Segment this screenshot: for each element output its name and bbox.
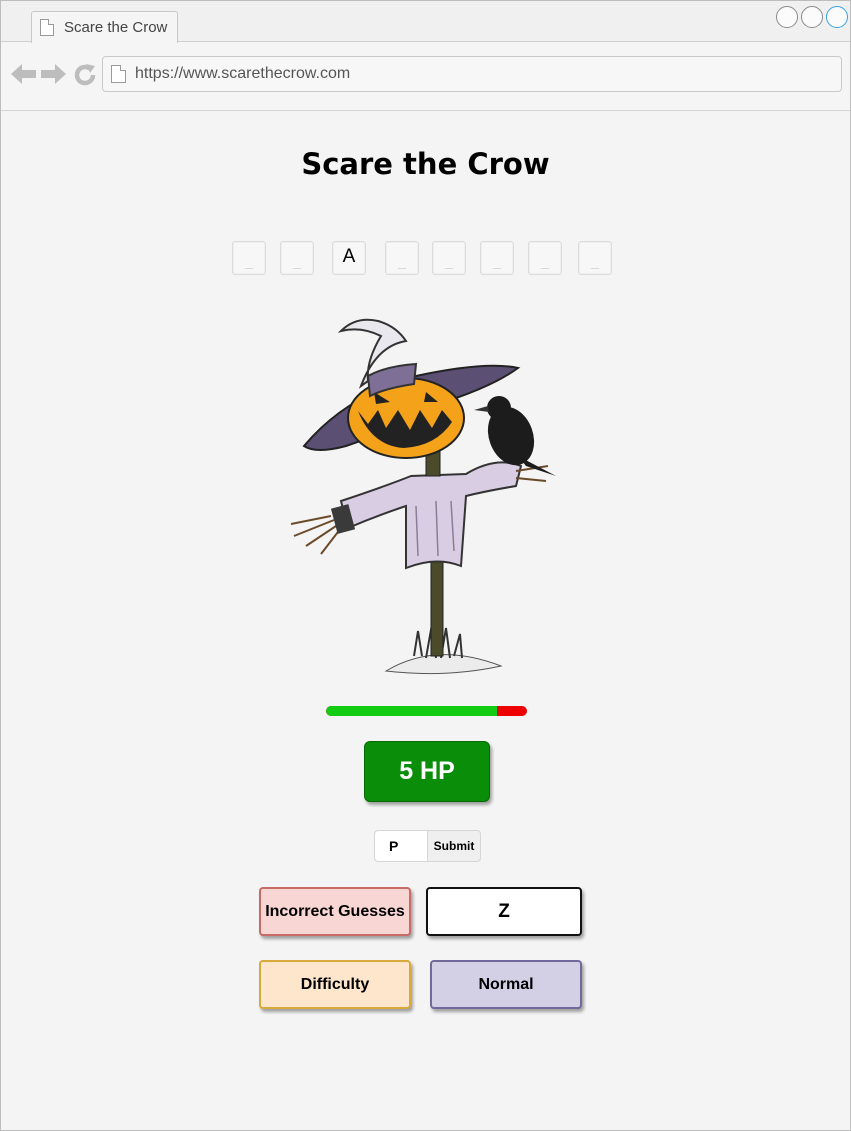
hp-badge: 5 HP: [364, 741, 490, 802]
arrow-left-icon[interactable]: [11, 63, 37, 88]
letter-slot: _: [480, 241, 514, 275]
word-slots: _ _ A _ _ _ _ _: [1, 241, 850, 275]
tab-title: Scare the Crow: [64, 19, 168, 36]
guess-form: Submit: [374, 830, 481, 862]
url-text: https://www.scarethecrow.com: [135, 65, 351, 82]
submit-button[interactable]: Submit: [428, 831, 480, 861]
difficulty-label: Difficulty: [259, 960, 411, 1009]
document-icon: [111, 65, 126, 83]
window-minimize-button[interactable]: [776, 6, 798, 28]
letter-slot: _: [280, 241, 314, 275]
health-bar-fill: [326, 706, 497, 716]
browser-chrome: Scare the Crow https://www.scarethecrow.…: [1, 1, 850, 111]
browser-tab[interactable]: Scare the Crow: [31, 11, 178, 43]
letter-slot: _: [528, 241, 562, 275]
page-title: Scare the Crow: [301, 147, 550, 181]
health-bar: [326, 706, 527, 716]
letter-slot: _: [578, 241, 612, 275]
letter-slot: _: [385, 241, 419, 275]
arrow-right-icon[interactable]: [41, 63, 67, 88]
window-close-button[interactable]: [826, 6, 848, 28]
tab-strip: Scare the Crow: [1, 1, 850, 43]
document-icon: [40, 19, 54, 36]
letter-slot: _: [232, 241, 266, 275]
difficulty-value[interactable]: Normal: [430, 960, 582, 1009]
browser-window: Scare the Crow https://www.scarethecrow.…: [0, 0, 851, 1131]
address-bar[interactable]: https://www.scarethecrow.com: [102, 56, 842, 92]
incorrect-guesses-value: Z: [426, 887, 582, 936]
incorrect-guesses-label: Incorrect Guesses: [259, 887, 411, 936]
guess-input[interactable]: [375, 831, 428, 861]
reload-icon[interactable]: [73, 63, 97, 90]
scarecrow-image: [286, 306, 571, 681]
letter-slot: A: [332, 241, 366, 275]
window-maximize-button[interactable]: [801, 6, 823, 28]
letter-slot: _: [432, 241, 466, 275]
